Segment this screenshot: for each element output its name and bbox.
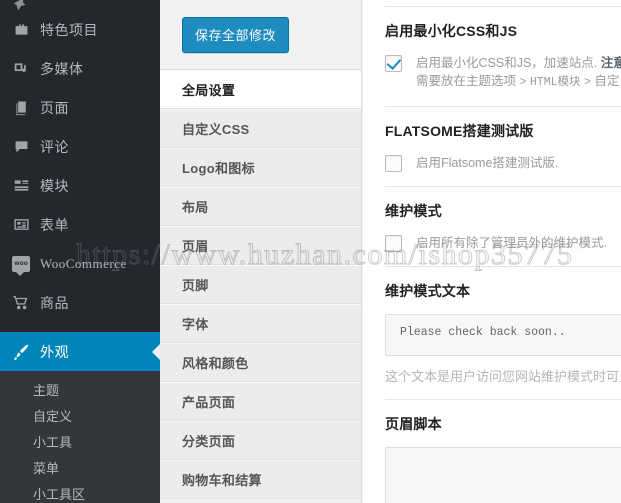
field-title: 维护模式 — [385, 203, 442, 219]
field-title: 页眉脚本 — [385, 416, 442, 432]
theme-options-nav: 保存全部修改 全局设置 自定义CSS Logo和图标 布局 页眉 页脚 字体 风… — [160, 0, 362, 503]
field-flatsome-builder-beta: FLATSOME搭建测试版 启用Flatsome搭建测试版. — [385, 107, 621, 187]
briefcase-icon — [11, 20, 31, 40]
options-nav-item-logo-icons[interactable]: Logo和图标 — [160, 148, 361, 187]
options-nav-label: 全局设置 — [182, 83, 236, 98]
options-nav-label: 自定义CSS — [182, 122, 250, 137]
flatsome-beta-checkbox[interactable] — [385, 155, 402, 172]
sidebar-item-label: 外观 — [40, 343, 69, 360]
sidebar-item-featured-projects[interactable]: 特色项目 — [0, 10, 160, 49]
sidebar-item-blocks[interactable]: 模块 — [0, 166, 160, 205]
checkbox-desc: 启用所有除了管理员外的维护模式. — [416, 236, 607, 250]
options-nav-item-product-page[interactable]: 产品页面 — [160, 382, 361, 421]
options-nav-item-typography[interactable]: 字体 — [160, 304, 361, 343]
field-description: 这个文本是用户访问您网站维护模式时可见的 — [385, 369, 621, 384]
options-nav-item-global-settings[interactable]: 全局设置 — [160, 70, 361, 109]
options-nav-item-cart-checkout[interactable]: 购物车和结算 — [160, 460, 361, 499]
settings-content-panel: 启用最小化CSS和JS 启用最小化CSS和JS，加速站点. 注意 需要放在主题选… — [363, 0, 621, 503]
options-nav-label: 布局 — [182, 200, 209, 215]
media-icon — [11, 59, 31, 79]
admin-page: 特色项目 多媒体 页面 评论 模块 表单 woo WooCommerce 商品 … — [0, 0, 621, 503]
woo-icon: woo — [11, 254, 31, 276]
appearance-submenu: 主题 自定义 小工具 菜单 小工具区 主题选项 — [0, 371, 160, 503]
sidebar-item-label: 商品 — [40, 294, 69, 311]
sidebar-item-appearance[interactable]: 外观 — [0, 332, 160, 371]
options-nav-label: 页脚 — [182, 278, 209, 293]
field-title: FLATSOME搭建测试版 — [385, 123, 534, 139]
sidebar-item-label: 特色项目 — [40, 21, 98, 38]
options-nav-item-footer[interactable]: 页脚 — [160, 265, 361, 304]
blocks-icon — [11, 176, 31, 196]
flatsome-beta-label: 启用Flatsome搭建测试版. — [416, 154, 558, 172]
checkbox-desc: 启用Flatsome搭建测试版. — [416, 156, 559, 170]
submenu-item-menus[interactable]: 菜单 — [0, 454, 160, 480]
sidebar-item-pages[interactable]: 页面 — [0, 88, 160, 127]
sidebar-item-forms[interactable]: 表单 — [0, 205, 160, 244]
minify-css-js-label: 启用最小化CSS和JS，加速站点. 注意 需要放在主题选项 > HTML模块 >… — [416, 54, 621, 92]
sidebar-item-label: 页面 — [40, 99, 69, 116]
chevron-sep: > — [519, 76, 527, 89]
options-nav-item-header[interactable]: 页眉 — [160, 226, 361, 265]
sidebar-item-woocommerce[interactable]: woo WooCommerce — [0, 244, 160, 283]
submenu-item-widgets[interactable]: 小工具 — [0, 428, 160, 454]
paintbrush-icon — [11, 342, 31, 362]
sidebar-item-label: 表单 — [40, 216, 69, 233]
options-nav-label: 页眉 — [182, 239, 209, 254]
field-title: 维护模式文本 — [385, 283, 471, 299]
options-nav-item-style-colors[interactable]: 风格和颜色 — [160, 343, 361, 382]
save-bar: 保存全部修改 — [160, 0, 361, 70]
submenu-item-themes[interactable]: 主题 — [0, 376, 160, 402]
field-minify-css-js: 启用最小化CSS和JS 启用最小化CSS和JS，加速站点. 注意 需要放在主题选… — [385, 6, 621, 107]
sidebar-item-label: 多媒体 — [40, 60, 84, 77]
options-nav-label: Logo和图标 — [182, 161, 255, 176]
save-all-changes-button[interactable]: 保存全部修改 — [182, 16, 290, 53]
form-icon — [11, 215, 31, 235]
options-nav-item-custom-css[interactable]: 自定义CSS — [160, 109, 361, 148]
submenu-item-widget-areas[interactable]: 小工具区 — [0, 480, 160, 503]
chevron-sep: > — [583, 76, 591, 89]
maintenance-mode-label: 启用所有除了管理员外的维护模式. — [416, 234, 607, 252]
field-maintenance-mode: 维护模式 启用所有除了管理员外的维护模式. — [385, 187, 621, 267]
sidebar-item-media[interactable]: 多媒体 — [0, 49, 160, 88]
submenu-item-label: 小工具 — [33, 434, 73, 450]
cart-icon — [11, 293, 31, 313]
checkbox-desc-accent: 注意 — [600, 56, 621, 70]
sidebar-item-label: 模块 — [40, 177, 69, 194]
sidebar-separator — [0, 322, 160, 332]
checkbox-desc-line2a: 需要放在主题选项 — [416, 74, 517, 88]
field-header-scripts: 页眉脚本 — [385, 400, 621, 503]
sidebar-item-label: WooCommerce — [40, 256, 127, 271]
comment-icon — [11, 137, 31, 157]
pin-icon — [11, 0, 31, 10]
submenu-item-label: 菜单 — [33, 460, 60, 476]
sidebar-item-label: 评论 — [40, 138, 69, 155]
field-title: 启用最小化CSS和JS — [385, 23, 518, 39]
checkbox-desc-line2b: HTML模块 — [529, 76, 581, 89]
options-nav-label: 字体 — [182, 317, 209, 332]
page-icon — [11, 98, 31, 118]
checkbox-desc-line2c: 自定 — [594, 74, 620, 88]
maintenance-mode-textarea[interactable] — [385, 314, 621, 356]
field-maintenance-text: 维护模式文本 这个文本是用户访问您网站维护模式时可见的 — [385, 267, 621, 400]
header-scripts-textarea[interactable] — [385, 447, 621, 503]
submenu-item-label: 主题 — [33, 382, 60, 398]
sidebar-item-comments[interactable]: 评论 — [0, 127, 160, 166]
admin-sidebar: 特色项目 多媒体 页面 评论 模块 表单 woo WooCommerce 商品 … — [0, 0, 160, 503]
options-nav-label: 风格和颜色 — [182, 356, 249, 371]
submenu-item-label: 小工具区 — [33, 486, 86, 502]
options-nav-label: 产品页面 — [182, 395, 236, 410]
sidebar-item-partial-top[interactable] — [0, 0, 160, 10]
options-nav-item-layout[interactable]: 布局 — [160, 187, 361, 226]
checkbox-desc-line1: 启用最小化CSS和JS，加速站点. — [416, 56, 598, 70]
minify-css-js-checkbox[interactable] — [385, 55, 402, 72]
options-nav-label: 分类页面 — [182, 434, 236, 449]
maintenance-mode-checkbox[interactable] — [385, 235, 402, 252]
sidebar-item-products[interactable]: 商品 — [0, 283, 160, 322]
options-nav-label: 购物车和结算 — [182, 473, 262, 488]
submenu-item-label: 自定义 — [33, 408, 73, 424]
options-nav-item-category-page[interactable]: 分类页面 — [160, 421, 361, 460]
submenu-item-customize[interactable]: 自定义 — [0, 402, 160, 428]
